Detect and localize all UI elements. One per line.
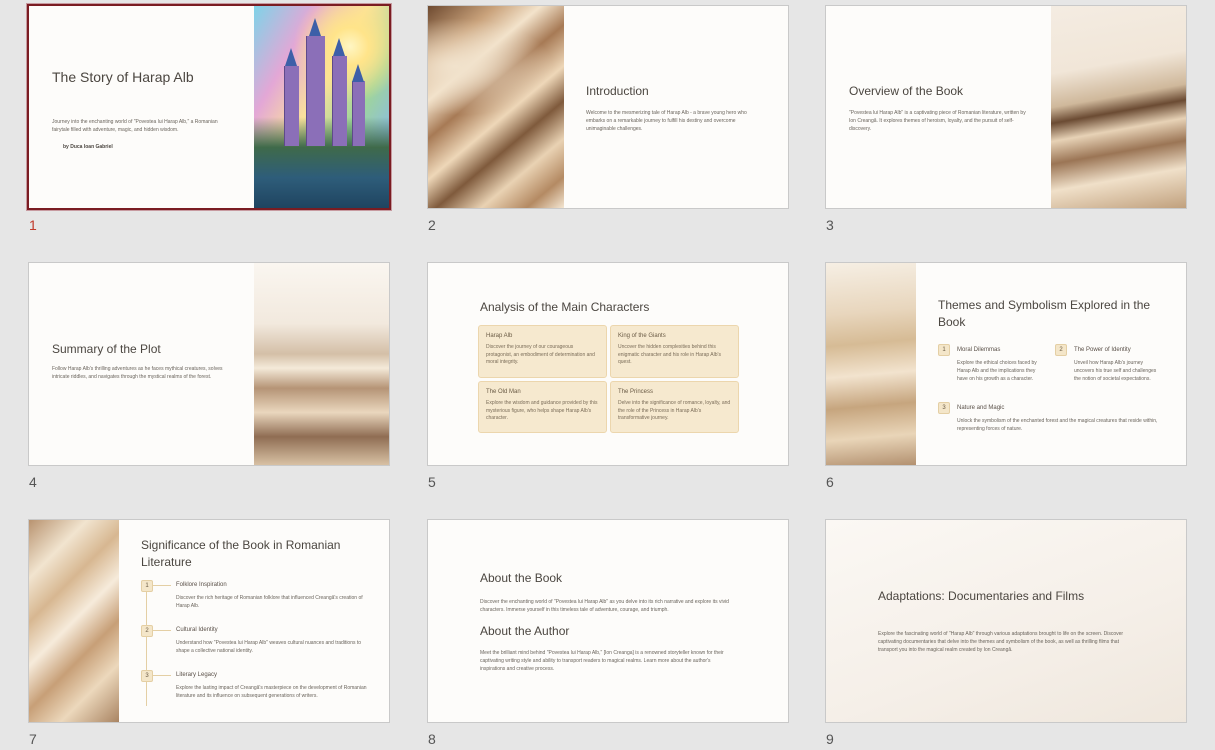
timeline-connector bbox=[153, 585, 171, 586]
slide-thumbnail-9[interactable]: Adaptations: Documentaries and Films Exp… bbox=[825, 519, 1187, 723]
slide-number-2: 2 bbox=[428, 217, 436, 233]
item-body: Discover the rich heritage of Romanian f… bbox=[176, 595, 363, 609]
slide-body: Welcome to the mesmerizing tale of Harap… bbox=[586, 110, 747, 132]
slide-title: About the Book bbox=[480, 571, 563, 585]
castle-image bbox=[254, 6, 389, 208]
number-badge: 2 bbox=[141, 625, 153, 637]
slide-thumbnail-6[interactable]: Themes and Symbolism Explored in the Boo… bbox=[825, 262, 1187, 466]
item-title: The Power of Identity bbox=[1074, 347, 1131, 353]
slide-number-4: 4 bbox=[29, 474, 37, 490]
slide-thumbnail-4[interactable]: Summary of the Plot Follow Harap Alb's t… bbox=[28, 262, 390, 466]
number-badge: 3 bbox=[141, 670, 153, 682]
timeline-connector bbox=[153, 630, 171, 631]
dune-image bbox=[826, 263, 916, 465]
timeline-connector bbox=[153, 675, 171, 676]
slide-title: The Story of Harap Alb bbox=[52, 69, 194, 85]
number-badge: 2 bbox=[1055, 344, 1067, 356]
item-title: Nature and Magic bbox=[957, 405, 1005, 411]
slide-thumbnail-7[interactable]: Significance of the Book in Romanian Lit… bbox=[28, 519, 390, 723]
card-body: Delve into the significance of romance, … bbox=[618, 400, 731, 421]
slide-thumbnail-3[interactable]: Overview of the Book "Povestea lui Harap… bbox=[825, 5, 1187, 209]
card-body: Discover the journey of our courageous p… bbox=[486, 344, 595, 365]
slide-title: Summary of the Plot bbox=[52, 342, 161, 356]
card-title: Harap Alb bbox=[486, 333, 513, 339]
dune-image bbox=[428, 6, 564, 208]
slide-thumbnail-5[interactable]: Analysis of the Main Characters Harap Al… bbox=[427, 262, 789, 466]
item-body: Unveil how Harap Alb's journey uncovers … bbox=[1074, 360, 1157, 382]
slide-body: Journey into the enchanting world of "Po… bbox=[52, 119, 218, 133]
item-title: Literary Legacy bbox=[176, 672, 218, 678]
slide-title: Themes and Symbolism Explored in the Boo… bbox=[938, 298, 1151, 329]
item-body: Unlock the symbolism of the enchanted fo… bbox=[957, 418, 1158, 432]
section-body: Meet the brilliant mind behind "Povestea… bbox=[480, 650, 724, 672]
card-title: The Princess bbox=[618, 389, 654, 395]
dune-image bbox=[1051, 6, 1186, 208]
dune-image bbox=[254, 263, 389, 465]
timeline-line bbox=[146, 586, 147, 706]
section-title: About the Author bbox=[480, 624, 570, 638]
item-title: Moral Dilemmas bbox=[957, 347, 1001, 353]
item-title: Cultural Identity bbox=[176, 627, 218, 633]
slide-title: Significance of the Book in Romanian Lit… bbox=[141, 538, 341, 569]
slide-title: Introduction bbox=[586, 84, 649, 98]
number-badge: 1 bbox=[141, 580, 153, 592]
slide-number-1: 1 bbox=[29, 217, 37, 233]
slide-body: Follow Harap Alb's thrilling adventures … bbox=[52, 366, 223, 380]
slide-number-3: 3 bbox=[826, 217, 834, 233]
slide-body: Explore the fascinating world of "Harap … bbox=[878, 631, 1124, 653]
dune-image bbox=[29, 520, 119, 722]
slide-thumbnail-1[interactable]: The Story of Harap Alb Journey into the … bbox=[27, 4, 391, 210]
slide-body: Discover the enchanting world of "Povest… bbox=[480, 599, 729, 613]
character-card: Harap Alb Discover the journey of our co… bbox=[478, 325, 607, 378]
card-body: Explore the wisdom and guidance provided… bbox=[486, 400, 598, 421]
slide-number-9: 9 bbox=[826, 731, 834, 747]
item-body: Understand how "Povestea lui Harap Alb" … bbox=[176, 640, 362, 654]
character-card: The Princess Delve into the significance… bbox=[610, 381, 739, 433]
card-title: The Old Man bbox=[486, 389, 521, 395]
slide-body: "Povestea lui Harap Alb" is a captivatin… bbox=[849, 110, 1026, 132]
slide-number-7: 7 bbox=[29, 731, 37, 747]
item-body: Explore the ethical choices faced by Har… bbox=[957, 360, 1037, 382]
slide-title: Analysis of the Main Characters bbox=[480, 300, 650, 314]
slide-author: by Duca Ioan Gabriel bbox=[63, 144, 113, 150]
slide-title: Overview of the Book bbox=[849, 84, 964, 98]
character-card: The Old Man Explore the wisdom and guida… bbox=[478, 381, 607, 433]
slide-title: Adaptations: Documentaries and Films bbox=[878, 589, 1085, 603]
card-body: Uncover the hidden complexities behind t… bbox=[618, 344, 721, 365]
slide-number-6: 6 bbox=[826, 474, 834, 490]
item-title: Folklore Inspiration bbox=[176, 582, 227, 588]
character-card: King of the Giants Uncover the hidden co… bbox=[610, 325, 739, 378]
item-body: Explore the lasting impact of Creangă's … bbox=[176, 685, 367, 699]
slide-thumbnail-2[interactable]: Introduction Welcome to the mesmerizing … bbox=[427, 5, 789, 209]
number-badge: 1 bbox=[938, 344, 950, 356]
card-title: King of the Giants bbox=[618, 333, 666, 339]
slide-number-8: 8 bbox=[428, 731, 436, 747]
slide-number-5: 5 bbox=[428, 474, 436, 490]
slide-thumbnail-8[interactable]: About the Book Discover the enchanting w… bbox=[427, 519, 789, 723]
number-badge: 3 bbox=[938, 402, 950, 414]
